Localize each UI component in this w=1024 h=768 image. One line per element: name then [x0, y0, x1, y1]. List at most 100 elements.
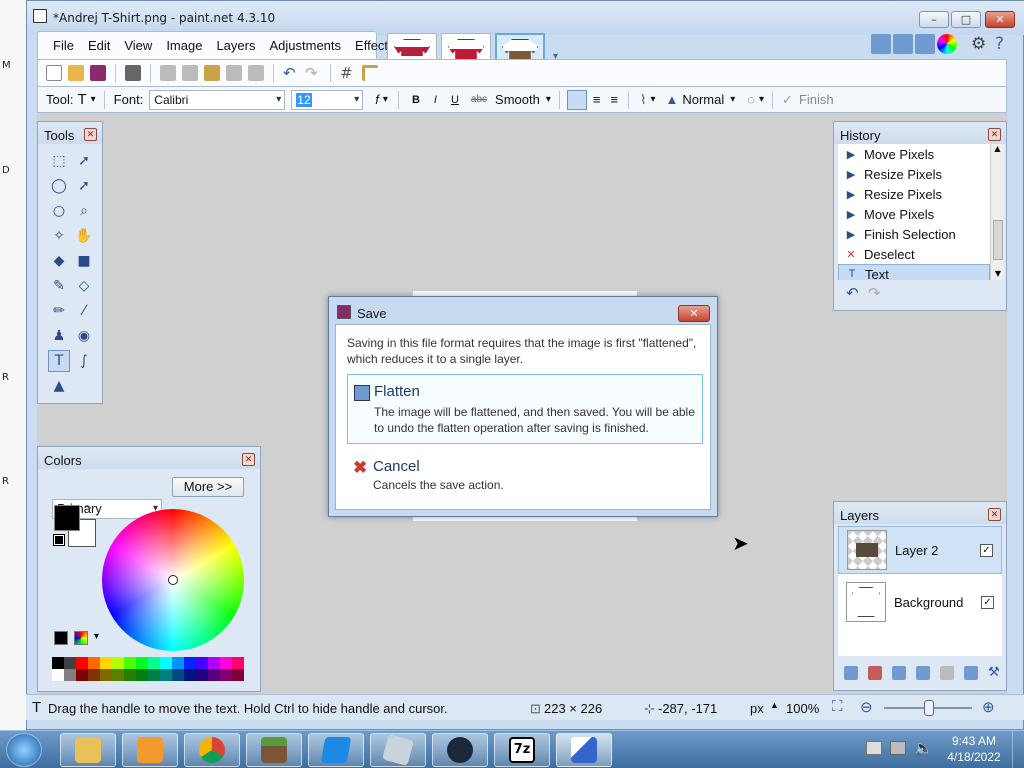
taskbar-steam[interactable] [432, 733, 488, 767]
align-center-icon[interactable]: ≡ [593, 92, 601, 107]
undo-icon[interactable]: ↶ [283, 65, 299, 81]
palette-swatch[interactable] [160, 669, 172, 681]
palette-swatch[interactable] [52, 657, 64, 669]
move-layer-up-icon[interactable] [940, 666, 954, 680]
zoom-slider[interactable] [884, 700, 972, 716]
align-right-icon[interactable]: ≡ [610, 92, 618, 107]
zoom-in-icon[interactable]: ⊕ [982, 698, 995, 716]
palette-swatch[interactable] [148, 669, 160, 681]
zoom-icon[interactable]: ⌕ [73, 200, 95, 222]
layer-row-layer-2[interactable]: Layer 2 ✓ [838, 526, 1002, 574]
palette-menu-icon[interactable] [74, 631, 88, 645]
menu-image[interactable]: Image [159, 38, 209, 53]
blend-mode-icon[interactable]: ⌇ [640, 92, 646, 108]
chevron-down-icon[interactable]: ▾ [94, 631, 99, 642]
zoom-level[interactable]: 100% [786, 701, 819, 716]
chevron-down-icon[interactable]: ▾ [759, 94, 764, 105]
add-layer-icon[interactable] [844, 666, 858, 680]
recolor-icon[interactable]: ◉ [73, 325, 95, 347]
palette-swatch[interactable] [124, 669, 136, 681]
zoom-out-icon[interactable]: ⊖ [860, 698, 873, 716]
palette-swatch[interactable] [76, 657, 88, 669]
deselect-icon[interactable] [248, 65, 264, 81]
volume-icon[interactable]: 🔈 [914, 739, 933, 757]
print-icon[interactable] [125, 65, 141, 81]
redo-icon[interactable]: ↷ [305, 65, 321, 81]
maximize-button[interactable]: □ [951, 11, 981, 28]
close-icon[interactable]: ✕ [988, 128, 1001, 141]
tools-toggle-icon[interactable] [871, 34, 891, 54]
layers-toggle-icon[interactable] [915, 34, 935, 54]
bold-button[interactable]: B [412, 94, 420, 106]
dialog-close-button[interactable]: ✕ [678, 305, 710, 322]
network-icon[interactable] [890, 741, 906, 755]
font-style-icon[interactable]: f [375, 92, 379, 107]
italic-button[interactable]: I [434, 94, 437, 106]
zoom-slider-thumb[interactable] [924, 700, 934, 716]
clock-date[interactable]: 4/18/2022 [944, 750, 1004, 764]
palette-swatch[interactable] [112, 657, 124, 669]
more-colors-button[interactable]: More >> [172, 477, 244, 497]
palette-swatch[interactable] [88, 669, 100, 681]
text-tool-icon[interactable]: T [48, 350, 70, 372]
history-undo-icon[interactable]: ↶ [846, 284, 859, 302]
flatten-option-button[interactable]: Flatten The image will be flattened, and… [347, 374, 703, 444]
eraser-icon[interactable]: ◇ [73, 275, 95, 297]
move-selected-icon[interactable]: ➚ [73, 150, 95, 172]
scrollbar-thumb[interactable] [993, 220, 1003, 260]
menu-file[interactable]: File [46, 38, 81, 53]
menu-edit[interactable]: Edit [81, 38, 117, 53]
menu-view[interactable]: View [117, 38, 159, 53]
chevron-down-icon[interactable]: ▾ [546, 94, 551, 105]
taskbar-roblox[interactable] [370, 733, 426, 767]
palette-swatch[interactable] [124, 657, 136, 669]
layer-visibility-checkbox[interactable]: ✓ [980, 543, 993, 557]
colors-toggle-icon[interactable] [937, 34, 957, 54]
grid-icon[interactable]: # [340, 65, 356, 81]
rectangle-select-icon[interactable]: ⬚ [48, 150, 70, 172]
palette-swatch[interactable] [208, 657, 220, 669]
palette-swatch[interactable] [100, 669, 112, 681]
blend-mode-dropdown[interactable]: Normal [682, 92, 724, 107]
shapes-icon[interactable]: ▲ [48, 375, 70, 397]
palette-swatch[interactable] [52, 669, 64, 681]
taskbar-roblox-studio[interactable] [308, 733, 364, 767]
palette-swatch[interactable] [160, 657, 172, 669]
palette-swatch[interactable] [232, 669, 244, 681]
taskbar-explorer[interactable] [60, 733, 116, 767]
open-folder-icon[interactable] [68, 65, 84, 81]
move-layer-down-icon[interactable] [964, 666, 978, 680]
clock-time[interactable]: 9:43 AM [944, 734, 1004, 748]
palette-swatch[interactable] [148, 657, 160, 669]
taskbar-7zip[interactable]: 7z [494, 733, 550, 767]
minimize-button[interactable]: – [919, 11, 949, 28]
units-dropdown[interactable]: px [750, 701, 764, 716]
palette-swatch[interactable] [172, 657, 184, 669]
gradient-icon[interactable]: ■ [73, 250, 95, 272]
scroll-up-icon[interactable]: ▲ [991, 144, 1004, 153]
palette-swatch[interactable] [196, 657, 208, 669]
paintbrush-icon[interactable]: ✎ [48, 275, 70, 297]
swap-colors-icon[interactable]: ↷ [84, 504, 92, 514]
align-left-button[interactable] [566, 89, 587, 110]
underline-button[interactable]: U [451, 94, 459, 106]
menu-layers[interactable]: Layers [209, 38, 262, 53]
add-to-palette-icon[interactable] [54, 631, 68, 645]
history-item[interactable]: ▶ Resize Pixels [838, 184, 990, 204]
taskbar-minecraft[interactable] [246, 733, 302, 767]
palette-swatch[interactable] [76, 669, 88, 681]
pan-hand-icon[interactable]: ✋ [73, 225, 95, 247]
font-dropdown[interactable]: Calibri [149, 89, 286, 110]
merge-layer-down-icon[interactable] [916, 666, 930, 680]
history-item[interactable]: ✕ Deselect [838, 244, 990, 264]
chevron-down-icon[interactable]: ▾ [91, 94, 96, 105]
history-item[interactable]: ▶ Resize Pixels [838, 164, 990, 184]
history-item[interactable]: ▶ Move Pixels [838, 144, 990, 164]
palette-swatch[interactable] [196, 669, 208, 681]
copy-icon[interactable] [182, 65, 198, 81]
cancel-option-button[interactable]: ✖ Cancel Cancels the save action. [347, 450, 703, 498]
palette-swatch[interactable] [136, 657, 148, 669]
save-icon[interactable] [90, 65, 106, 81]
chevron-down-icon[interactable]: ▾ [650, 94, 655, 105]
close-icon[interactable]: ✕ [988, 508, 1001, 521]
